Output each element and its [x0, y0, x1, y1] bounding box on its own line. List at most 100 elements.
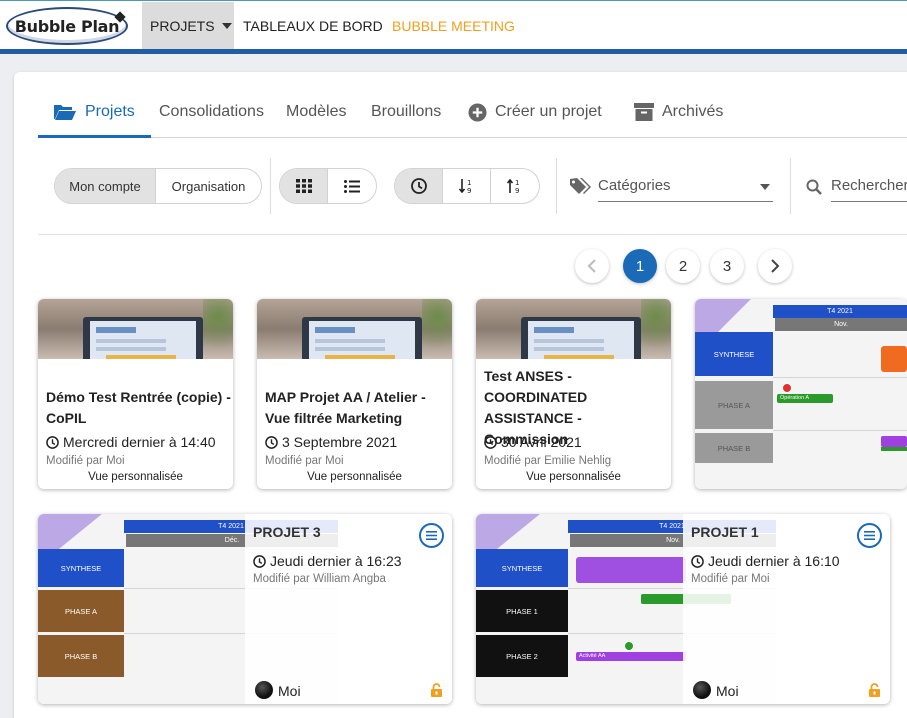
modified-by: Modifié par William Angba: [253, 573, 386, 585]
clock-icon: [691, 554, 704, 568]
project-date: Mercredi dernier à 14:40: [46, 434, 216, 450]
active-tab-indicator: [38, 135, 151, 138]
search-icon: [806, 179, 822, 195]
project-title: PROJET 3: [253, 524, 321, 540]
project-date: 30 Avril 2021: [484, 434, 582, 450]
tab-creer-un-projet[interactable]: Créer un projet: [468, 86, 602, 138]
modified-by: Modifié par Moi: [691, 573, 770, 585]
modified-by: Modifié par Moi: [265, 455, 344, 467]
gantt-row-label: SYNTHESE: [695, 332, 773, 376]
tab-projets[interactable]: Projets: [53, 86, 135, 138]
gantt-month-header: Nov.: [775, 318, 907, 331]
project-card[interactable]: T4 2021 Déc. SYNTHESE PHASE A PHASE B PR…: [38, 514, 452, 704]
menu-lines-icon: [864, 531, 875, 540]
clock-icon: [484, 435, 497, 449]
gantt-row-label: SYNTHESE: [38, 549, 124, 587]
svg-text:1: 1: [467, 179, 471, 187]
prev-page-button[interactable]: [575, 249, 609, 283]
tags-icon: [570, 178, 591, 194]
scope-toggle: Mon compte Organisation: [54, 168, 262, 204]
organisation-button[interactable]: Organisation: [156, 169, 261, 203]
categories-underline: [598, 201, 773, 202]
project-thumbnail: [476, 299, 671, 359]
project-date-text: Jeudi dernier à 16:10: [708, 553, 840, 569]
card-menu-button[interactable]: [419, 523, 444, 548]
nav-projets-label: PROJETS: [150, 18, 215, 34]
tab-modeles[interactable]: Modèles: [286, 86, 346, 138]
clock-icon: [410, 178, 427, 194]
search-field[interactable]: Rechercher: [806, 172, 907, 202]
sort-ascending-button[interactable]: 19: [443, 169, 491, 203]
project-card[interactable]: MAP Projet AA / Atelier - Vue filtrée Ma…: [257, 299, 452, 489]
mon-compte-button[interactable]: Mon compte: [55, 169, 157, 203]
chevron-right-icon: [771, 259, 780, 273]
sort-numeric-up-icon: 19: [507, 178, 519, 194]
toolbar-separator: [38, 234, 907, 235]
next-page-button[interactable]: [758, 249, 792, 283]
project-date-text: Jeudi dernier à 16:23: [270, 553, 402, 569]
project-tabs: Projets Consolidations Modèles Brouillon…: [38, 86, 907, 138]
project-owner: Moi: [716, 683, 739, 699]
gantt-task-bar: Opération A: [777, 394, 833, 403]
top-navbar: Bubble Plan PROJETS TABLEAUX DE BORD BUB…: [0, 0, 907, 50]
lock-open-icon[interactable]: [430, 683, 443, 697]
project-date: Jeudi dernier à 16:23: [253, 553, 402, 569]
project-date-text: 30 Avril 2021: [501, 434, 582, 450]
tab-brouillons[interactable]: Brouillons: [371, 86, 441, 138]
view-label: Vue personnalisée: [88, 471, 183, 483]
page-button-1[interactable]: 1: [623, 249, 657, 283]
clock-icon: [253, 554, 266, 568]
gantt-period-header: T4 2021: [773, 305, 907, 318]
nav-bubble-meeting[interactable]: BUBBLE MEETING: [392, 2, 515, 50]
svg-text:1: 1: [515, 179, 519, 187]
sort-numeric-down-icon: 19: [458, 179, 471, 194]
archive-box-icon: [634, 103, 654, 121]
grid-view-button[interactable]: [280, 169, 329, 203]
view-label: Vue personnalisée: [526, 471, 621, 483]
nav-tableaux-de-bord[interactable]: TABLEAUX DE BORD: [243, 2, 383, 50]
gantt-row-label: PHASE B: [695, 433, 773, 463]
grid-icon: [295, 179, 312, 193]
modified-by: Modifié par Emilie Nehlig: [484, 455, 612, 467]
menu-lines-icon: [426, 531, 437, 540]
project-thumbnail: [257, 299, 452, 359]
project-card[interactable]: Test ANSES - COORDINATED ASSISTANCE - Co…: [476, 299, 671, 489]
bubble-plan-logo[interactable]: Bubble Plan: [6, 7, 128, 45]
project-date: 3 Septembre 2021: [265, 434, 397, 450]
view-label: Vue personnalisée: [307, 471, 402, 483]
project-card[interactable]: T4 2021 Nov. SYNTHESE PHASE A PHASE B Op…: [695, 299, 907, 489]
search-underline: [831, 201, 907, 202]
gantt-row-label: PHASE 2: [476, 635, 568, 677]
gantt-task-bar: Activité AA: [576, 652, 686, 661]
gantt-row-label: PHASE A: [38, 590, 124, 632]
tab-projets-label: Projets: [85, 103, 135, 120]
check-icon: [624, 641, 634, 651]
categories-select[interactable]: Catégories: [570, 172, 774, 202]
tab-creer-label: Créer un projet: [495, 103, 602, 120]
logo-text: Bubble Plan: [14, 16, 120, 36]
nav-projets-dropdown[interactable]: PROJETS: [142, 2, 234, 50]
project-title: Démo Test Rentrée (copie) - CoPIL: [46, 389, 231, 426]
project-card[interactable]: Démo Test Rentrée (copie) - CoPIL Mercre…: [38, 299, 233, 489]
card-menu-button[interactable]: [857, 523, 882, 548]
gantt-row-label: PHASE A: [695, 381, 773, 429]
search-input[interactable]: Rechercher: [831, 177, 907, 194]
page-button-3[interactable]: 3: [710, 249, 744, 283]
svg-text:9: 9: [467, 187, 471, 194]
tab-consolidations[interactable]: Consolidations: [159, 86, 264, 138]
categories-label: Catégories: [598, 177, 671, 194]
view-mode-toggle: [279, 168, 377, 204]
sort-toggle: 19 19: [394, 168, 540, 204]
list-view-button[interactable]: [328, 169, 376, 203]
chevron-left-icon: [587, 259, 596, 273]
folder-open-icon: [54, 105, 76, 120]
project-card[interactable]: T4 2021 Nov. SYNTHESE PHASE 1 PHASE 2 Ac…: [476, 514, 890, 704]
sort-descending-button[interactable]: 19: [491, 169, 539, 203]
lock-open-icon[interactable]: [868, 683, 881, 697]
page-button-2[interactable]: 2: [666, 249, 700, 283]
tab-archives[interactable]: Archivés: [634, 86, 723, 138]
sort-by-date-button[interactable]: [395, 169, 443, 203]
project-date-text: 3 Septembre 2021: [282, 434, 398, 450]
avatar: [255, 681, 273, 699]
modified-by: Modifié par Moi: [46, 455, 125, 467]
